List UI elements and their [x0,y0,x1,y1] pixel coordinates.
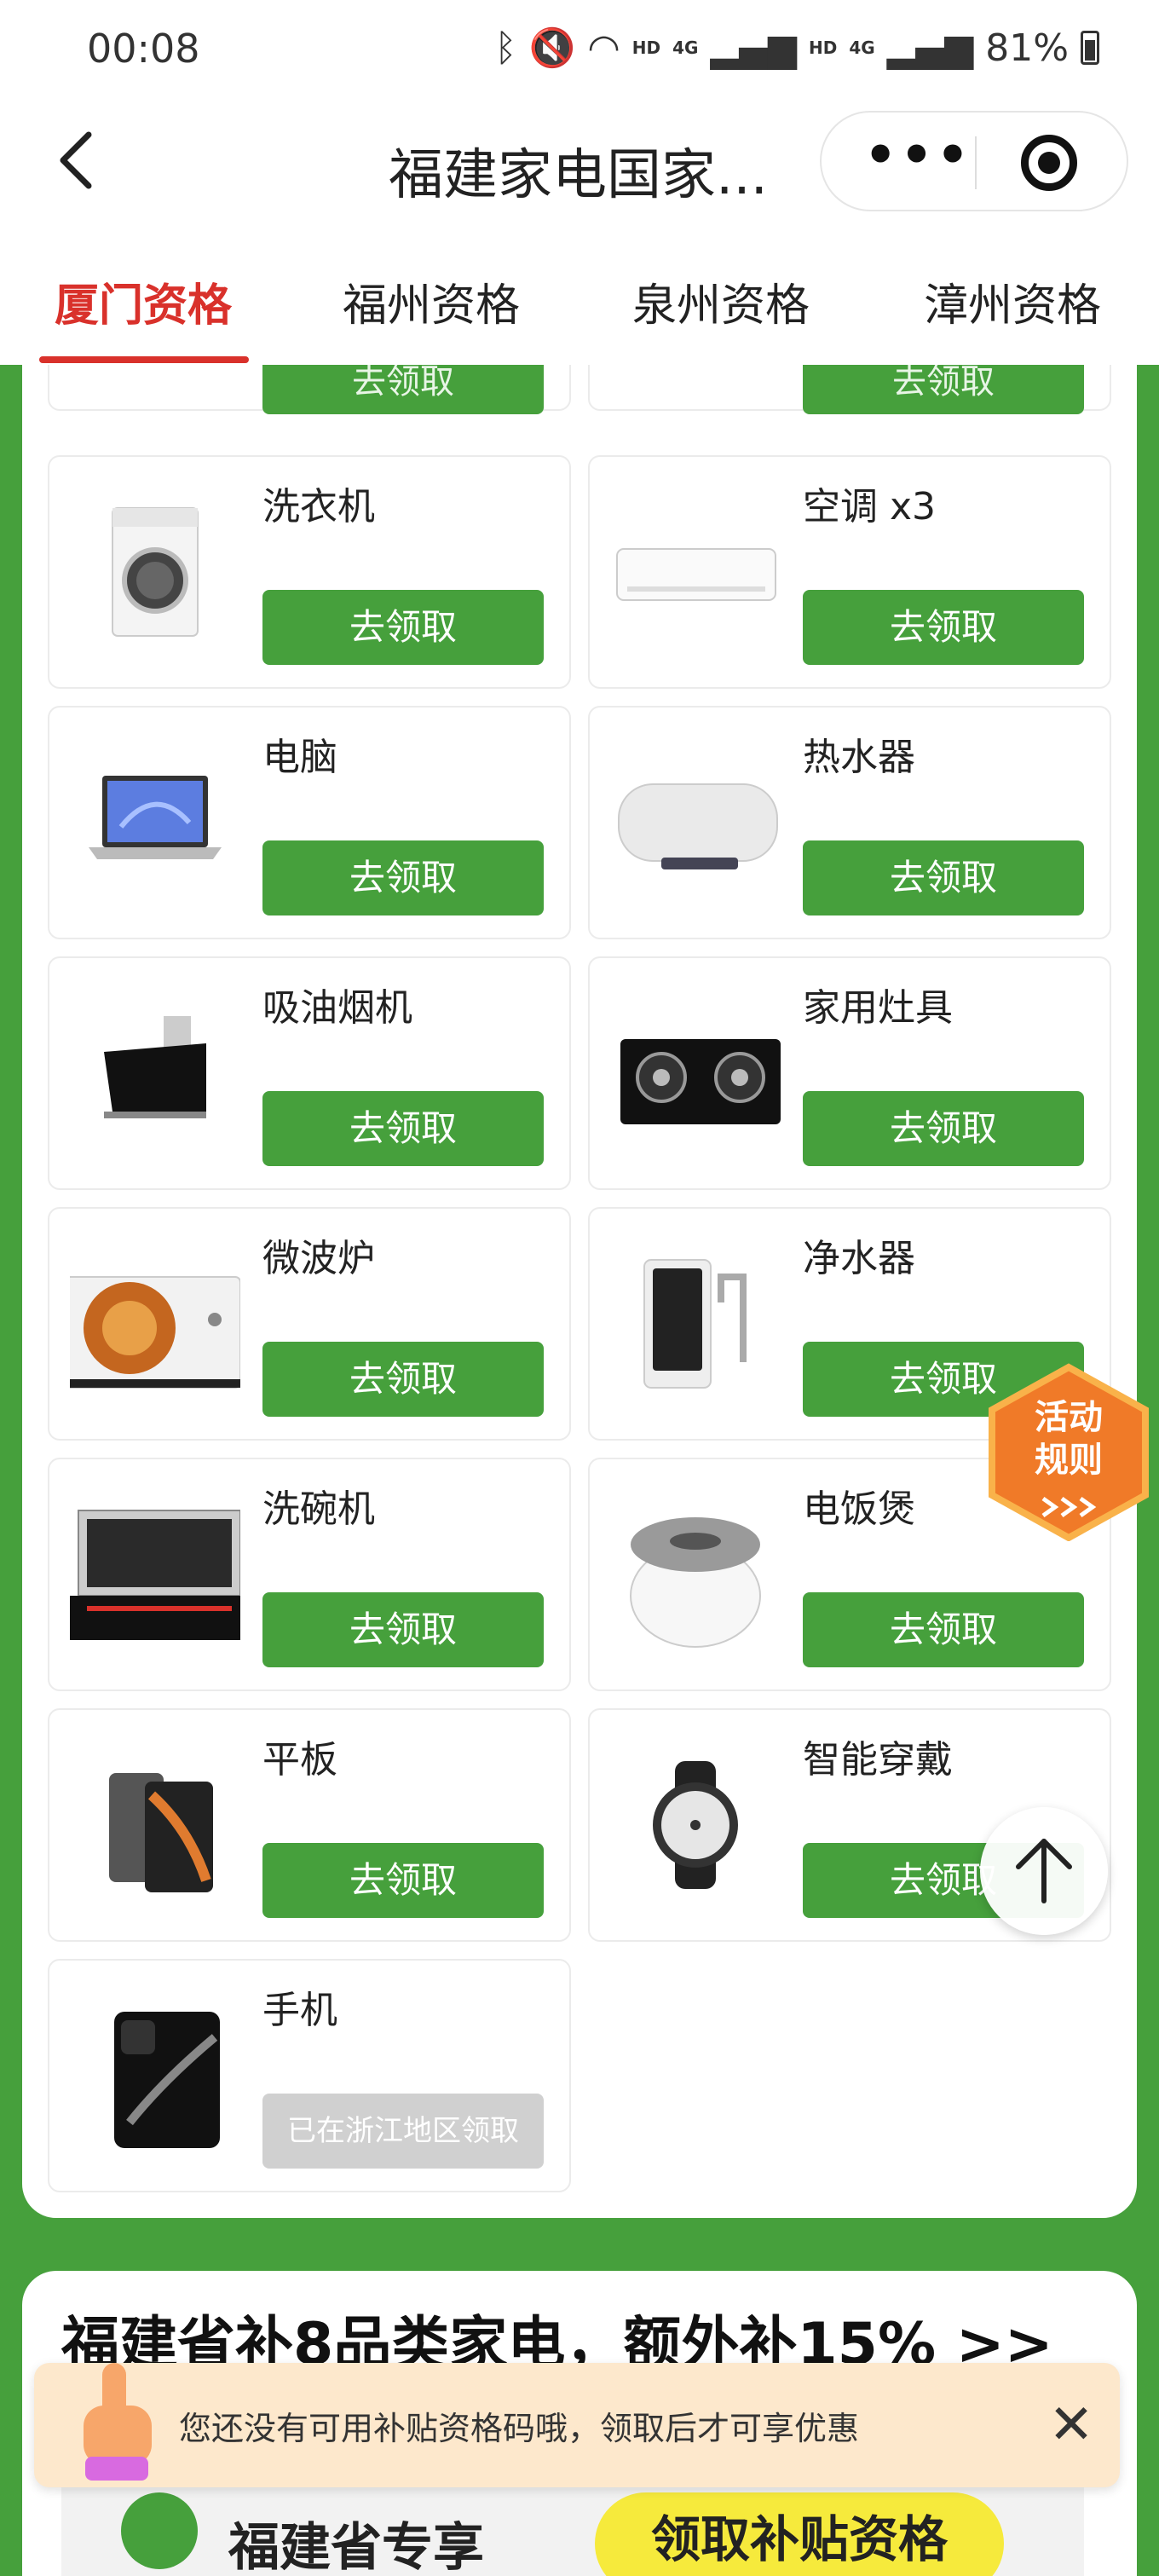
claim-button[interactable]: 去领取 [803,1091,1084,1166]
smartphone-icon [114,2012,220,2148]
dishwasher-icon [70,1510,240,1640]
chevron-left-icon[interactable] [44,126,112,194]
battery-icon [1081,31,1099,65]
signal-icon: ▂▄▆ [710,26,797,70]
product-name: 洗碗机 [262,1487,375,1531]
claim-button[interactable]: 去领取 [262,1091,544,1166]
claim-button[interactable]: 去领取 [262,1342,544,1417]
capsule-divider [975,136,977,189]
rules-badge-line2: 规则 [1035,1441,1103,1480]
product-card-partial-left: 去领取 [48,365,571,414]
product-name: 热水器 [803,736,915,779]
target-icon[interactable] [1021,135,1077,191]
claim-button[interactable]: 去领取 [803,1592,1084,1667]
gas-stove-icon [620,1039,781,1124]
wifi-icon: ◠ [587,26,620,70]
microwave-icon [70,1276,240,1389]
status-indicators: ᛒ 🔇 ◠ HD 4G ▂▄▆ HD 4G ▂▄▆ 81% [494,26,1099,70]
product-name: 平板 [262,1738,337,1782]
product-card: 洗衣机 去领取 [48,455,571,689]
battery-percent: 81% [985,26,1069,70]
product-name: 净水器 [803,1237,915,1280]
activity-rules-badge[interactable]: 活动 规则 [983,1362,1154,1542]
nav-bar: 福建家电国家... ••• [0,101,1159,228]
claim-button[interactable]: 去领取 [262,840,544,915]
bluetooth-icon: ᛒ [494,26,517,70]
signal-icon-2: ▂▄▆ [886,26,974,70]
product-name: 吸油烟机 [262,986,412,1030]
product-name: 手机 [262,1989,337,2032]
tab-quanzhou[interactable]: 泉州资格 [632,269,810,333]
smartwatch-icon [653,1761,738,1889]
back-arrow [60,131,92,189]
exclusive-label: 福建省专享 [228,2518,484,2576]
product-name: 电脑 [262,736,337,779]
product-card: 吸油烟机 去领取 [48,956,571,1190]
product-name: 微波炉 [262,1237,375,1280]
claim-subsidy-button[interactable]: 领取补贴资格 [595,2492,1004,2576]
product-card: 平板 去领取 [48,1708,571,1942]
rules-badge-line1: 活动 [1035,1398,1103,1437]
product-grid-panel: 去领取 去领取 洗衣机 去领取 空调 x3 去领取 电脑 去领取 热水器 去领取… [22,365,1137,2218]
mute-icon: 🔇 [528,26,576,70]
tablet-icon [109,1773,213,1892]
claim-button[interactable]: 去领取 [262,1843,544,1918]
claim-button-partial-left[interactable]: 去领取 [262,365,544,414]
product-name: 洗衣机 [262,485,375,528]
toast-message: 您还没有可用补贴资格码哦，领取后才可享优惠 [179,2410,860,2447]
back-to-top-button[interactable] [980,1807,1108,1935]
water-purifier-icon [643,1259,747,1389]
product-card: 空调 x3 去领取 [588,455,1111,689]
status-time: 00:08 [87,26,200,72]
more-dots-icon[interactable]: ••• [864,130,969,194]
tab-zhangzhou[interactable]: 漳州资格 [924,269,1101,333]
air-conditioner-icon [616,548,776,601]
network-label: 4G [672,38,699,58]
network-label-2: 4G [849,38,875,58]
status-bar: 00:08 ᛒ 🔇 ◠ HD 4G ▂▄▆ HD 4G ▂▄▆ 81% [0,0,1159,101]
claim-button[interactable]: 去领取 [803,840,1084,915]
product-card: 热水器 去领取 [588,706,1111,939]
product-card: 电脑 去领取 [48,706,571,939]
tab-xiamen[interactable]: 厦门资格 [55,269,232,333]
page-title: 福建家电国家... [389,144,769,207]
rice-cooker-icon [630,1517,761,1648]
claim-button-partial-right[interactable]: 去领取 [803,365,1084,414]
region-tabs: 厦门资格 福州资格 泉州资格 漳州资格 [0,228,1159,365]
shield-check-icon [121,2492,198,2569]
water-heater-icon [618,783,778,869]
laptop-icon [89,776,222,859]
product-name: 智能穿戴 [803,1738,953,1782]
product-card: 微波炉 去领取 [48,1207,571,1441]
claim-button[interactable]: 去领取 [262,590,544,665]
mini-program-capsule: ••• [820,111,1128,211]
product-name: 电饭煲 [803,1487,915,1531]
pointing-hand-icon [84,2363,152,2481]
active-tab-indicator [39,356,249,363]
product-name: 家用灶具 [803,986,953,1030]
hd-label: HD [631,38,661,58]
close-icon[interactable]: ✕ [1040,2394,1103,2457]
product-card: 洗碗机 去领取 [48,1458,571,1691]
range-hood-icon [104,1016,206,1118]
arrow-up-icon [1016,1839,1072,1903]
product-card-partial-right: 去领取 [588,365,1111,414]
claim-button[interactable]: 去领取 [803,590,1084,665]
washing-machine-icon [112,507,199,637]
claimed-elsewhere-button: 已在浙江地区领取 [262,2094,544,2169]
product-card: 家用灶具 去领取 [588,956,1111,1190]
hd-label-2: HD [809,38,838,58]
product-name: 空调 x3 [803,485,937,528]
tab-fuzhou[interactable]: 福州资格 [343,269,520,333]
claim-button[interactable]: 去领取 [262,1592,544,1667]
product-card: 手机 已在浙江地区领取 [48,1959,571,2192]
rules-badge-label: 活动 规则 [983,1396,1154,1481]
subsidy-toast: 您还没有可用补贴资格码哦，领取后才可享优惠 ✕ [34,2363,1120,2487]
